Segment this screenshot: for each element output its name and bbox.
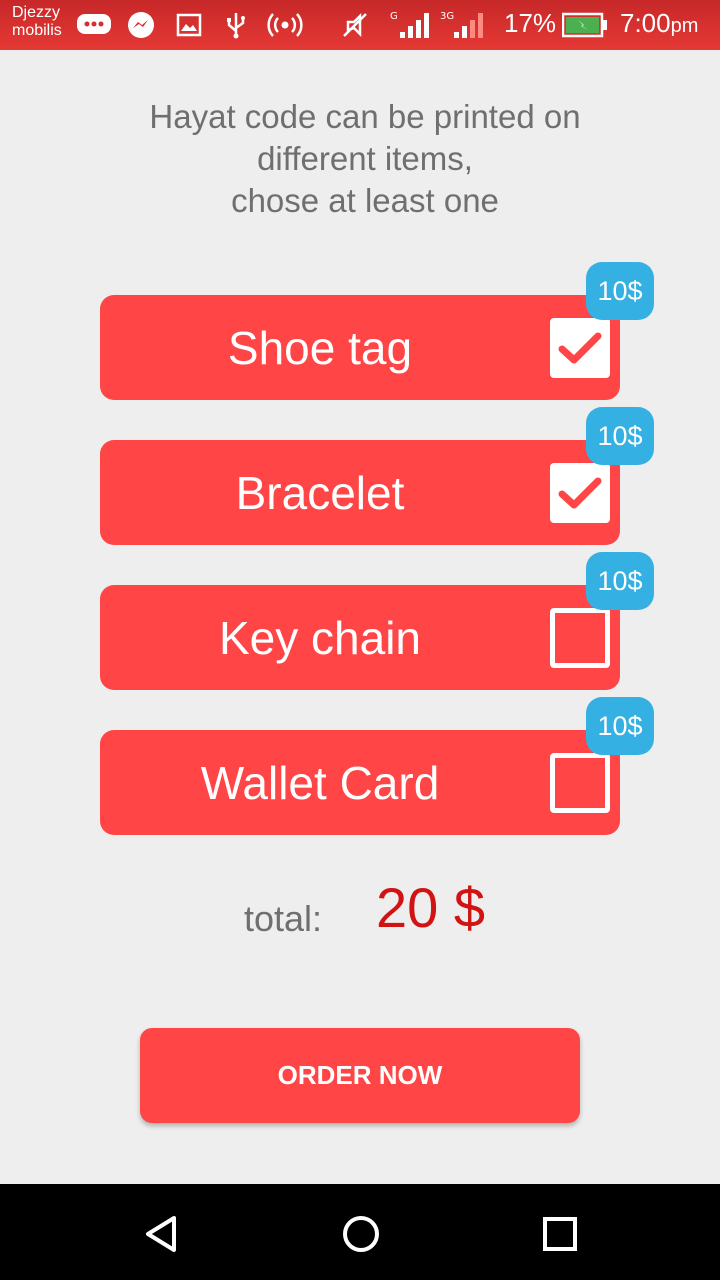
home-icon[interactable] [339, 1212, 383, 1256]
total-label: total: [244, 898, 323, 939]
item-option-key-chain[interactable]: Key chain 10$ [100, 552, 654, 690]
recents-icon[interactable] [538, 1212, 582, 1256]
item-checkbox[interactable] [550, 753, 610, 813]
item-option-shoe-tag[interactable]: Shoe tag 10$ [100, 262, 654, 400]
svg-text:G: G [390, 11, 398, 22]
price-badge: 10$ [586, 407, 654, 465]
item-option-wallet-card[interactable]: Wallet Card 10$ [100, 697, 654, 835]
chat-bubble-icon [76, 10, 112, 40]
item-checkbox[interactable] [550, 318, 610, 378]
price-badge: 10$ [586, 552, 654, 610]
back-icon[interactable] [140, 1212, 184, 1256]
mute-icon [340, 10, 370, 40]
navigation-bar [0, 1184, 720, 1280]
total-value: 20 $ [376, 876, 485, 939]
item-label: Wallet Card [200, 756, 440, 809]
clock: 7:00pm [620, 8, 699, 38]
item-option-bracelet[interactable]: Bracelet 10$ [100, 407, 654, 545]
image-icon [176, 10, 202, 40]
check-icon [558, 477, 602, 509]
hotspot-icon [266, 10, 304, 40]
price-badge: 10$ [586, 697, 654, 755]
battery-percent: 17% [504, 8, 557, 38]
usb-icon [224, 10, 248, 40]
item-checkbox[interactable] [550, 608, 610, 668]
status-bar: Djezzy mobilis G 3G 17% 7:00pm [0, 0, 720, 50]
price-badge: 10$ [586, 262, 654, 320]
carrier-name: Djezzy mobilis [12, 4, 62, 39]
item-label: Key chain [218, 611, 421, 664]
battery-charging-icon [562, 10, 608, 40]
item-checkbox[interactable] [550, 463, 610, 523]
instruction-text: Hayat code can be printed on different i… [149, 98, 581, 219]
messenger-icon [126, 10, 156, 40]
item-label: Shoe tag [227, 321, 413, 374]
svg-text:3G: 3G [440, 11, 454, 22]
item-label: Bracelet [235, 466, 405, 519]
check-icon [558, 332, 602, 364]
signal-icon: 3G [440, 10, 486, 40]
signal-icon: G [388, 10, 430, 40]
order-now-button[interactable]: ORDER NOW [140, 1028, 580, 1123]
